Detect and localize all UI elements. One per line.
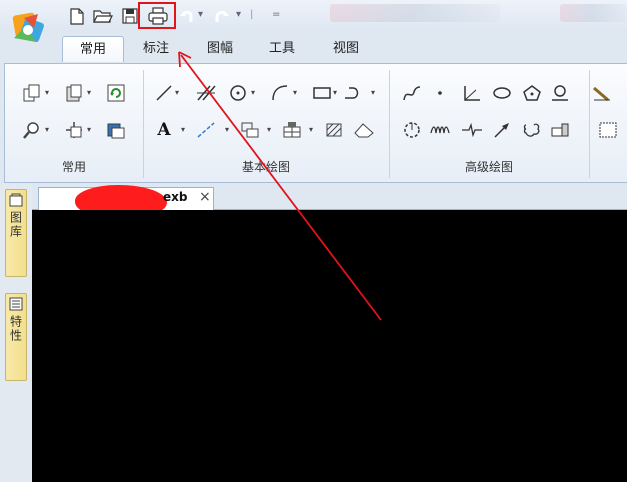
cloud-line-icon[interactable]	[521, 119, 543, 141]
customize-icon[interactable]: =	[272, 9, 280, 20]
text-dropdown-icon[interactable]: ▾	[181, 125, 185, 134]
drawing-canvas[interactable]	[32, 210, 627, 482]
tab-tools[interactable]: 工具	[258, 36, 306, 62]
hole-icon[interactable]	[549, 82, 571, 104]
circle-dropdown-icon[interactable]: ▾	[251, 88, 255, 97]
tab-home[interactable]: 常用	[62, 36, 124, 62]
measure-icon[interactable]	[591, 82, 613, 104]
library-panel-label: 图库	[8, 211, 23, 239]
break-line-icon[interactable]	[461, 119, 483, 141]
undo-dropdown-icon[interactable]: ▾	[198, 9, 203, 20]
point-icon[interactable]	[429, 82, 451, 104]
tab-view[interactable]: 视图	[322, 36, 370, 62]
undo-icon[interactable]	[178, 6, 196, 26]
side-panel-strip: 图库 特性	[0, 183, 32, 482]
text-tool-icon[interactable]: A	[153, 119, 175, 141]
group-label-common: 常用	[61, 160, 86, 174]
new-file-icon[interactable]	[66, 6, 88, 26]
properties-panel-tab[interactable]: 特性	[5, 293, 27, 381]
centerline-icon[interactable]	[195, 119, 217, 141]
tab-sheet[interactable]: 图幅	[196, 36, 244, 62]
open-folder-icon[interactable]	[92, 6, 114, 26]
refresh-icon[interactable]	[105, 82, 127, 104]
print-highlight-box	[138, 2, 176, 29]
parallel-line-icon[interactable]	[195, 82, 217, 104]
document-tab[interactable]: exb ×	[38, 185, 214, 219]
block-dropdown-icon[interactable]: ▾	[267, 125, 271, 134]
line-icon[interactable]	[153, 82, 175, 104]
zoom-icon[interactable]	[21, 119, 43, 141]
arc-icon[interactable]	[269, 82, 291, 104]
ribbon-panel: ▾ ▾ ▾ ▾ 常用 ▾ ▾ ▾ ▾ ▾ A ▾ ▾ ▾ ▾ 基本绘图 高级绘图	[4, 63, 627, 183]
hatch-icon[interactable]	[323, 119, 345, 141]
angle-line-icon[interactable]	[461, 82, 483, 104]
pan-dropdown-icon[interactable]: ▾	[87, 125, 91, 134]
redo-dropdown-icon[interactable]: ▾	[236, 9, 241, 20]
ribbon-tabs: 常用 标注 图幅 工具 视图	[0, 32, 627, 64]
properties-panel-label: 特性	[8, 315, 23, 343]
document-tab-bar: exb ×	[32, 183, 627, 219]
properties-panel-icon	[9, 297, 23, 311]
close-icon[interactable]: ×	[199, 189, 211, 205]
circle-icon[interactable]	[227, 82, 249, 104]
table-dropdown-icon[interactable]: ▾	[309, 125, 313, 134]
polyline-dropdown-icon[interactable]: ▾	[371, 88, 375, 97]
rectangle-icon[interactable]	[311, 82, 333, 104]
library-panel-tab[interactable]: 图库	[5, 189, 27, 277]
arc-dropdown-icon[interactable]: ▾	[293, 88, 297, 97]
properties-icon[interactable]	[105, 119, 127, 141]
polyline-icon[interactable]	[343, 82, 365, 104]
group-label-basic-draw: 基本绘图	[241, 160, 290, 174]
library-icon	[9, 193, 23, 207]
copy-dropdown-icon[interactable]: ▾	[45, 88, 49, 97]
blurred-title-2	[560, 4, 627, 22]
eraser-icon[interactable]	[353, 119, 375, 141]
paste-icon[interactable]	[63, 82, 85, 104]
document-tab-name: exb	[163, 190, 188, 204]
spline-icon[interactable]	[401, 82, 423, 104]
paste-dropdown-icon[interactable]: ▾	[87, 88, 91, 97]
block-icon[interactable]	[239, 119, 261, 141]
frame-icon[interactable]	[597, 119, 619, 141]
ellipse-icon[interactable]	[491, 82, 513, 104]
qa-separator: |	[250, 9, 254, 20]
copy-icon[interactable]	[21, 82, 43, 104]
rectangle-dropdown-icon[interactable]: ▾	[333, 88, 337, 97]
redo-icon[interactable]	[210, 6, 232, 26]
keyway-icon[interactable]	[549, 119, 571, 141]
polygon-icon[interactable]	[521, 82, 543, 104]
blurred-title	[330, 4, 500, 22]
table-icon[interactable]	[281, 119, 303, 141]
save-icon[interactable]	[120, 6, 140, 26]
tab-annotate[interactable]: 标注	[132, 36, 180, 62]
gear-curve-icon[interactable]	[401, 119, 423, 141]
arrow-tool-icon[interactable]	[491, 119, 513, 141]
zoom-dropdown-icon[interactable]: ▾	[45, 125, 49, 134]
line-dropdown-icon[interactable]: ▾	[175, 88, 179, 97]
centerline-dropdown-icon[interactable]: ▾	[225, 125, 229, 134]
group-label-advanced-draw: 高级绘图	[464, 160, 513, 174]
group-separator	[589, 70, 590, 178]
wave-line-icon[interactable]	[429, 119, 451, 141]
pan-icon[interactable]	[63, 119, 85, 141]
